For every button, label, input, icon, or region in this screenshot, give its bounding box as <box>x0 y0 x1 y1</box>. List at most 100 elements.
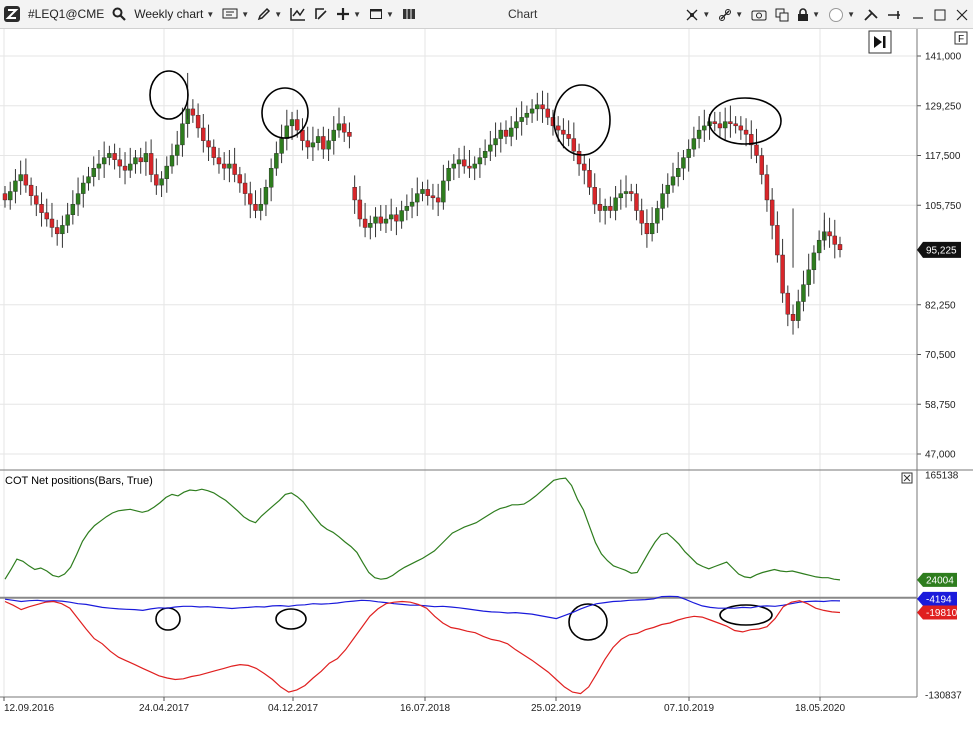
minimize-icon[interactable] <box>907 0 929 29</box>
candle-body <box>796 301 801 321</box>
candle-body <box>644 223 650 235</box>
candle-body <box>75 193 81 205</box>
candle-body <box>816 239 822 254</box>
candle-body <box>493 138 498 146</box>
candle-body <box>555 125 561 131</box>
candle-body <box>289 119 295 127</box>
candle-body <box>373 216 378 224</box>
candle-body <box>54 227 60 235</box>
candle-body <box>383 218 389 224</box>
candle-body <box>49 218 55 228</box>
candle-body <box>670 176 676 186</box>
time-tick-label: 25.02.2019 <box>531 703 581 714</box>
time-tick-label: 18.05.2020 <box>795 703 845 714</box>
maximize-icon[interactable] <box>929 0 951 29</box>
candle-body <box>195 115 201 129</box>
candle-body <box>587 170 592 188</box>
candle-body <box>154 174 159 186</box>
candle-body <box>561 129 566 135</box>
lock-icon[interactable]: ▼ <box>793 0 824 29</box>
candle-body <box>634 193 639 211</box>
candle-body <box>535 104 540 110</box>
candle-body <box>655 208 660 224</box>
chevron-down-icon: ▼ <box>812 10 821 19</box>
candle-body <box>702 125 707 131</box>
candle-body <box>2 193 8 201</box>
candle-body <box>279 138 284 154</box>
app-logo-icon[interactable] <box>0 0 24 29</box>
candle-body <box>326 140 331 150</box>
camera-icon[interactable] <box>747 0 771 29</box>
candle-body <box>268 168 274 188</box>
candle-body <box>435 197 441 203</box>
candle-body <box>639 210 644 224</box>
candle-body <box>336 123 342 131</box>
candle-body <box>780 254 785 294</box>
candle-body <box>649 223 655 235</box>
candle-body <box>597 203 603 211</box>
candle-body <box>18 174 23 182</box>
close-icon[interactable] <box>951 0 973 29</box>
candle-body <box>295 119 300 131</box>
candle-body <box>696 129 702 139</box>
magnet-icon[interactable]: ▼ <box>681 0 714 29</box>
candle-body <box>420 189 425 194</box>
pencil-icon[interactable]: ▼ <box>253 0 286 29</box>
f-corner-icon[interactable]: F <box>954 31 968 45</box>
last-price-label: 95,225 <box>926 245 957 256</box>
candle-body <box>211 146 216 158</box>
indicator-icon[interactable] <box>286 0 310 29</box>
window-icon[interactable]: ▼ <box>365 0 398 29</box>
candle-body <box>743 129 749 135</box>
indicator-tick-label: -130837 <box>925 691 962 702</box>
price-tick-label: 117,500 <box>925 151 961 162</box>
link-icon[interactable]: ▼ <box>714 0 747 29</box>
candle-body <box>357 199 363 220</box>
candle-body <box>467 165 472 169</box>
template-icon[interactable] <box>310 0 332 29</box>
chevron-down-icon: ▼ <box>702 10 711 19</box>
candle-body <box>759 155 764 175</box>
chevron-down-icon: ▼ <box>735 10 744 19</box>
candle-body <box>524 112 530 118</box>
chevron-down-icon: ▼ <box>274 9 283 19</box>
candle-body <box>122 165 128 171</box>
crosshair-icon[interactable]: ▼ <box>332 0 365 29</box>
copy-icon[interactable] <box>771 0 793 29</box>
scroll-to-end-button[interactable] <box>868 30 892 54</box>
bars-icon[interactable]: ▼ <box>218 0 253 29</box>
circle-icon[interactable]: ▼ <box>824 0 859 29</box>
chart-area[interactable]: 141,000 129,250 117,500 105,750 82,250 70,500… <box>0 29 973 735</box>
candle-body <box>660 193 665 209</box>
candle-body <box>404 206 410 211</box>
price-tick-label: 129,250 <box>925 101 962 112</box>
blue-value-label: -4194 <box>926 594 952 605</box>
candle-body <box>221 163 227 169</box>
candle-body <box>462 159 467 167</box>
candle-body <box>827 231 832 237</box>
candle-body <box>60 225 65 235</box>
candle-body <box>769 199 775 226</box>
symbol-selector[interactable]: #LEQ1@CME <box>24 0 108 29</box>
candle-body <box>477 157 483 165</box>
close-indicator-icon[interactable] <box>901 472 913 484</box>
candle-body <box>519 117 524 122</box>
candle-body <box>832 235 837 245</box>
layout-icon[interactable] <box>398 0 420 29</box>
candle-body <box>686 148 691 158</box>
candle-body <box>274 153 279 169</box>
candle-body <box>169 155 175 167</box>
candle-body <box>540 104 545 110</box>
candle-body <box>148 153 154 175</box>
search-icon[interactable] <box>108 0 130 29</box>
candle-body <box>138 157 143 163</box>
tools-icon[interactable] <box>859 0 883 29</box>
candle-body <box>175 144 180 156</box>
candle-body <box>315 136 321 143</box>
red-value-label: -19810 <box>926 608 958 619</box>
timeframe-dropdown[interactable]: Weekly chart ▼ <box>130 0 218 29</box>
pin-icon[interactable] <box>883 0 907 29</box>
chart-background <box>0 29 973 735</box>
candle-body <box>472 163 477 169</box>
candle-body <box>8 191 13 201</box>
